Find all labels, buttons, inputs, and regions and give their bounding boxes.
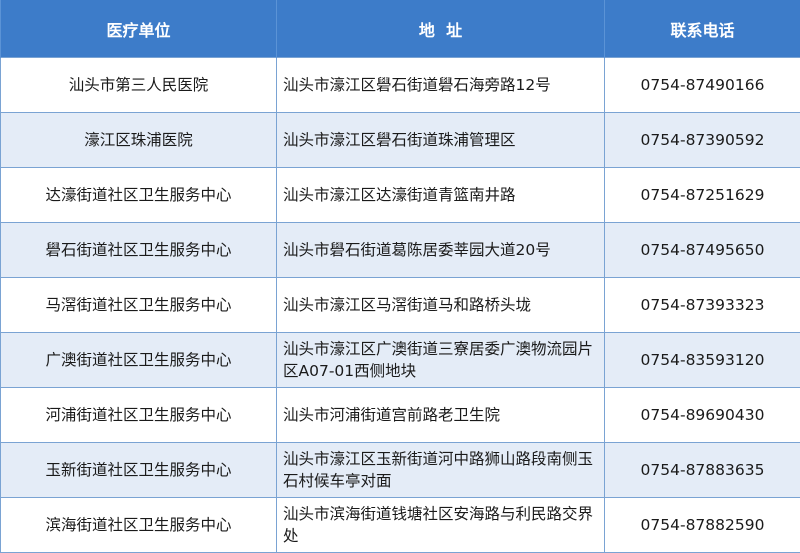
table-row: 马滘街道社区卫生服务中心 汕头市濠江区马滘街道马和路桥头垅 0754-87393…: [1, 278, 800, 333]
phone-cell: 0754-83593120: [605, 333, 800, 388]
header-address: 地 址: [277, 0, 605, 58]
header-unit: 医疗单位: [1, 0, 277, 58]
address-cell: 汕头市濠江区礐石街道礐石海旁路12号: [277, 58, 605, 113]
phone-cell: 0754-89690430: [605, 388, 800, 443]
header-phone: 联系电话: [605, 0, 800, 58]
table-row: 玉新街道社区卫生服务中心 汕头市濠江区玉新街道河中路狮山路段南侧玉石村候车亭对面…: [1, 443, 800, 498]
address-cell: 汕头市礐石街道葛陈居委莘园大道20号: [277, 223, 605, 278]
unit-cell: 广澳街道社区卫生服务中心: [1, 333, 277, 388]
table-row: 礐石街道社区卫生服务中心 汕头市礐石街道葛陈居委莘园大道20号 0754-874…: [1, 223, 800, 278]
address-cell: 汕头市濠江区达濠街道青篮南井路: [277, 168, 605, 223]
unit-cell: 河浦街道社区卫生服务中心: [1, 388, 277, 443]
phone-cell: 0754-87490166: [605, 58, 800, 113]
address-cell: 汕头市濠江区礐石街道珠浦管理区: [277, 113, 605, 168]
phone-cell: 0754-87251629: [605, 168, 800, 223]
unit-cell: 礐石街道社区卫生服务中心: [1, 223, 277, 278]
phone-cell: 0754-87495650: [605, 223, 800, 278]
phone-cell: 0754-87390592: [605, 113, 800, 168]
address-cell: 汕头市濠江区马滘街道马和路桥头垅: [277, 278, 605, 333]
address-cell: 汕头市濠江区玉新街道河中路狮山路段南侧玉石村候车亭对面: [277, 443, 605, 498]
table-row: 濠江区珠浦医院 汕头市濠江区礐石街道珠浦管理区 0754-87390592: [1, 113, 800, 168]
unit-cell: 达濠街道社区卫生服务中心: [1, 168, 277, 223]
address-cell: 汕头市濠江区广澳街道三寮居委广澳物流园片区A07-01西侧地块: [277, 333, 605, 388]
unit-cell: 马滘街道社区卫生服务中心: [1, 278, 277, 333]
phone-cell: 0754-87883635: [605, 443, 800, 498]
unit-cell: 滨海街道社区卫生服务中心: [1, 498, 277, 553]
table-row: 汕头市第三人民医院 汕头市濠江区礐石街道礐石海旁路12号 0754-874901…: [1, 58, 800, 113]
table-row: 广澳街道社区卫生服务中心 汕头市濠江区广澳街道三寮居委广澳物流园片区A07-01…: [1, 333, 800, 388]
address-cell: 汕头市河浦街道宫前路老卫生院: [277, 388, 605, 443]
medical-units-table: 医疗单位 地 址 联系电话 汕头市第三人民医院 汕头市濠江区礐石街道礐石海旁路1…: [0, 0, 800, 553]
table-header-row: 医疗单位 地 址 联系电话: [1, 0, 800, 58]
phone-cell: 0754-87393323: [605, 278, 800, 333]
phone-cell: 0754-87882590: [605, 498, 800, 553]
table-row: 滨海街道社区卫生服务中心 汕头市滨海街道钱塘社区安海路与利民路交界处 0754-…: [1, 498, 800, 553]
unit-cell: 玉新街道社区卫生服务中心: [1, 443, 277, 498]
unit-cell: 濠江区珠浦医院: [1, 113, 277, 168]
unit-cell: 汕头市第三人民医院: [1, 58, 277, 113]
table-row: 河浦街道社区卫生服务中心 汕头市河浦街道宫前路老卫生院 0754-8969043…: [1, 388, 800, 443]
table-row: 达濠街道社区卫生服务中心 汕头市濠江区达濠街道青篮南井路 0754-872516…: [1, 168, 800, 223]
address-cell: 汕头市滨海街道钱塘社区安海路与利民路交界处: [277, 498, 605, 553]
